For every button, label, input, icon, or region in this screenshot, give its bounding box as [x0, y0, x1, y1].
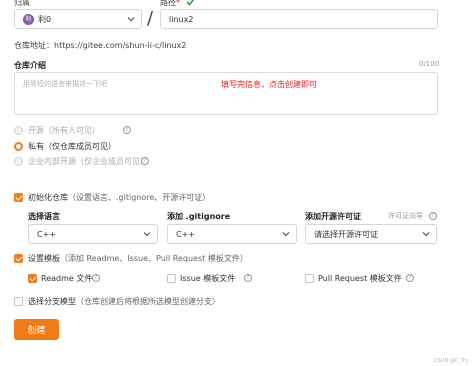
gitignore-label: 添加 .gitignore	[167, 212, 231, 221]
path-separator: /	[147, 8, 154, 29]
intro-counter: 0/100	[419, 60, 440, 68]
license-value: 请选择开源许可证	[314, 229, 378, 239]
repo-address: 仓库地址：https://gitee.com/shun-li-c/linux2	[14, 41, 187, 50]
pr-template-checkbox[interactable]	[305, 274, 314, 283]
template-checkbox[interactable]	[14, 254, 23, 263]
help-icon[interactable]: ?	[429, 212, 437, 220]
readme-checkbox[interactable]	[28, 274, 37, 283]
owner-avatar: 利	[23, 13, 34, 25]
issue-template-label: Issue 模板文件	[180, 274, 236, 283]
readme-label: Readme 文件	[41, 274, 93, 283]
help-icon[interactable]: ?	[123, 126, 131, 134]
intro-annotation: 填写完信息，点击创建即可	[221, 80, 317, 89]
help-icon[interactable]: ?	[244, 274, 252, 282]
radio-private-label: 私有（仅仓库成员可见）	[28, 142, 116, 151]
gitignore-value: C++	[176, 229, 195, 239]
radio-public-label: 开源（所有人可见）	[28, 126, 100, 135]
watermark: CSDN @C_Try	[434, 358, 469, 364]
required-mark: *	[176, 0, 180, 7]
chevron-down-icon	[143, 232, 151, 237]
intro-textarea[interactable]: 用简短的语言来描述一下吧 填写完信息，点击创建即可	[14, 72, 438, 115]
help-icon[interactable]: ?	[141, 157, 149, 165]
create-button[interactable]: 创建	[14, 319, 59, 340]
path-input[interactable]: linux2	[160, 9, 438, 29]
radio-private[interactable]	[14, 142, 23, 151]
radio-enterprise-label: 企业内部开源（仅企业成员可见）	[28, 157, 148, 166]
intro-label: 仓库介绍	[14, 61, 46, 70]
radio-enterprise[interactable]	[14, 157, 23, 166]
path-label: 路径*	[160, 0, 180, 7]
language-value: C++	[37, 229, 56, 239]
chevron-down-icon	[282, 232, 290, 237]
radio-public[interactable]	[14, 126, 23, 135]
branch-model-label: 选择分支模型（仓库创建后将根据所选模型创建分支）	[28, 297, 220, 306]
branch-model-checkbox[interactable]	[14, 297, 23, 306]
path-value: linux2	[169, 14, 194, 24]
help-icon[interactable]: ?	[92, 274, 100, 282]
owner-label: 归属	[14, 0, 30, 7]
template-label: 设置模板（添加 Readme、Issue、Pull Request 模板文件）	[28, 254, 248, 263]
chevron-down-icon	[127, 17, 135, 22]
owner-select[interactable]: 利 利0	[14, 9, 142, 29]
help-icon[interactable]: ?	[406, 274, 414, 282]
chevron-down-icon	[422, 232, 430, 237]
license-label: 添加开源许可证	[305, 212, 361, 221]
init-repo-label: 初始化仓库（设置语言、.gitignore、开源许可证）	[28, 193, 211, 202]
init-repo-checkbox[interactable]	[14, 193, 23, 202]
owner-value: 利0	[38, 14, 52, 24]
language-select[interactable]: C++	[28, 224, 158, 244]
language-label: 选择语言	[28, 212, 60, 221]
check-icon	[186, 0, 195, 6]
license-select[interactable]: 请选择开源许可证	[305, 224, 437, 244]
gitignore-select[interactable]: C++	[167, 224, 297, 244]
license-wizard-link[interactable]: 许可证向导	[388, 211, 423, 221]
pr-template-label: Pull Request 模板文件	[318, 274, 402, 283]
intro-placeholder: 用简短的语言来描述一下吧	[23, 80, 107, 88]
issue-template-checkbox[interactable]	[167, 274, 176, 283]
